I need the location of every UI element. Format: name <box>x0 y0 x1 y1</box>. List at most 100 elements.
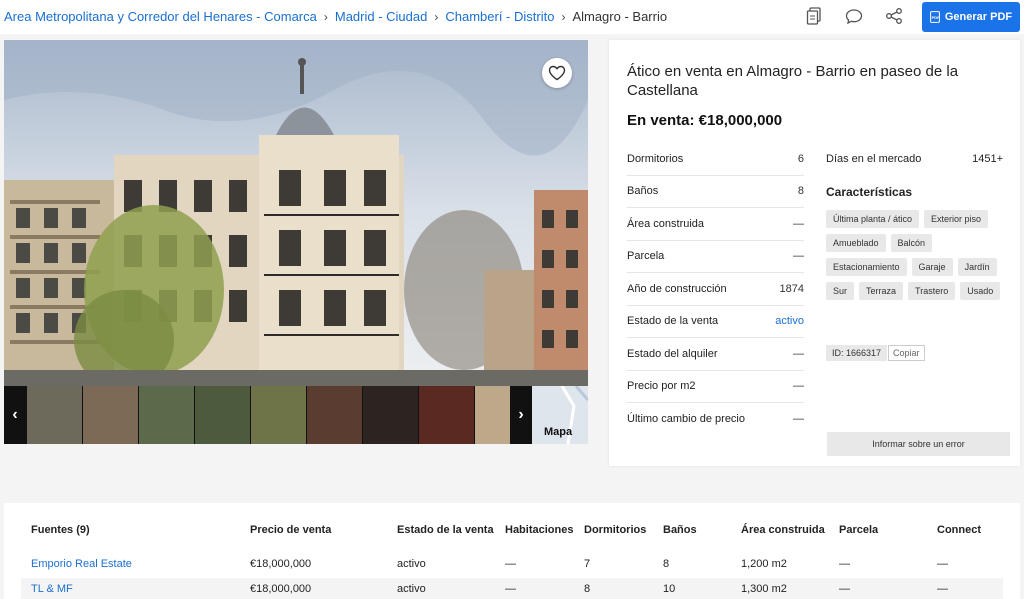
thumbnail[interactable] <box>26 386 82 444</box>
thumbnail[interactable] <box>138 386 194 444</box>
fact-value: — <box>793 413 804 426</box>
table-cell: 7 <box>584 558 591 570</box>
fact-value: — <box>793 380 804 393</box>
column-header: Habitaciones <box>505 524 574 536</box>
thumbnail[interactable] <box>194 386 250 444</box>
table-cell: 10 <box>663 583 676 595</box>
svg-text:PDF: PDF <box>931 15 939 20</box>
column-header: Connect <box>937 524 981 536</box>
sale-status-link[interactable]: activo <box>775 315 804 327</box>
copy-id-button[interactable]: Copiar <box>888 345 925 361</box>
breadcrumb-distrito[interactable]: Chamberí - Distrito <box>445 9 554 24</box>
fact-label: Precio por m2 <box>627 380 696 393</box>
generate-pdf-label: Generar PDF <box>944 11 1013 23</box>
table-cell: 1,200 m2 <box>741 558 787 570</box>
features-tags: Última planta / ático Exterior piso Amue… <box>826 210 1006 300</box>
comment-icon[interactable] <box>844 6 864 26</box>
feature-tag: Usado <box>960 282 1001 300</box>
fact-label: Último cambio de precio <box>627 413 745 426</box>
chevron-left-icon: ‹ <box>12 406 18 423</box>
feature-tag: Última planta / ático <box>826 210 920 228</box>
share-icon[interactable] <box>884 6 904 26</box>
fact-label: Estado de la venta <box>627 315 719 328</box>
main-property-photo[interactable] <box>4 40 588 386</box>
table-cell: — <box>937 558 948 570</box>
feature-tag: Balcón <box>890 234 933 252</box>
table-cell: €18,000,000 <box>250 558 312 570</box>
fact-label: Año de construcción <box>627 282 727 295</box>
fact-label: Baños <box>627 185 659 198</box>
listing-price: En venta: €18,000,000 <box>627 112 783 129</box>
next-photo-button[interactable]: › <box>510 386 532 444</box>
feature-tag: Terraza <box>859 282 904 300</box>
table-cell: — <box>505 558 516 570</box>
fact-value: 8 <box>797 185 804 198</box>
fact-label: Área construida <box>627 217 705 230</box>
table-row: TL & MF €18,000,000 activo — 8 10 1,300 … <box>21 578 1003 599</box>
fact-value: — <box>793 250 804 263</box>
thumbnail[interactable] <box>418 386 474 444</box>
features-title: Características <box>826 185 913 199</box>
document-copy-icon[interactable] <box>804 6 824 26</box>
listing-details-card: Ático en venta en Almagro - Barrio en pa… <box>609 40 1020 466</box>
feature-tag: Exterior piso <box>924 210 989 228</box>
fact-value: 6 <box>797 152 804 165</box>
column-header: Parcela <box>839 524 879 536</box>
thumbnail[interactable] <box>362 386 418 444</box>
generate-pdf-button[interactable]: PDF Generar PDF <box>922 2 1020 32</box>
column-header: Precio de venta <box>250 524 332 536</box>
days-value: 1451+ <box>972 153 1003 165</box>
pdf-icon: PDF <box>929 11 940 23</box>
feature-tag: Garaje <box>911 258 953 276</box>
top-bar: Area Metropolitana y Corredor del Henare… <box>0 0 1024 34</box>
feature-tag: Estacionamiento <box>826 258 907 276</box>
table-cell: 1,300 m2 <box>741 583 787 595</box>
fact-row: Último cambio de precio — <box>627 403 804 436</box>
breadcrumb-separator: › <box>323 9 328 24</box>
map-thumbnail[interactable]: Mapa <box>532 385 590 445</box>
fact-label: Parcela <box>627 250 665 263</box>
thumbnail[interactable] <box>250 386 306 444</box>
column-header: Área construida <box>741 524 825 536</box>
fact-row: Dormitorios 6 <box>627 143 804 176</box>
thumbnail-strip <box>4 386 588 444</box>
feature-tag: Sur <box>826 282 855 300</box>
report-error-button[interactable]: Informar sobre un error <box>827 432 1010 456</box>
fact-value: — <box>793 217 804 230</box>
heart-icon <box>548 65 566 81</box>
breadcrumb-current: Almagro - Barrio <box>572 9 668 24</box>
fact-row: Estado del alquiler — <box>627 338 804 371</box>
table-cell: — <box>839 558 850 570</box>
column-header: Estado de la venta <box>397 524 494 536</box>
fact-row: Año de construcción 1874 <box>627 273 804 306</box>
feature-tag: Jardín <box>957 258 997 276</box>
days-on-market: Días en el mercado 1451+ <box>826 143 1003 175</box>
thumbnail[interactable] <box>306 386 362 444</box>
table-cell: €18,000,000 <box>250 583 312 595</box>
column-header: Fuentes (9) <box>31 524 90 536</box>
column-header: Dormitorios <box>584 524 647 536</box>
fact-row: Precio por m2 — <box>627 371 804 403</box>
breadcrumb-separator: › <box>434 9 439 24</box>
source-link[interactable]: TL & MF <box>21 583 250 595</box>
table-cell: — <box>839 583 850 595</box>
breadcrumb-separator: › <box>561 9 566 24</box>
map-label: Mapa <box>544 426 573 438</box>
table-cell: 8 <box>584 583 591 595</box>
table-cell: — <box>937 583 948 595</box>
facts-list: Dormitorios 6 Baños 8 Área construida — Par… <box>627 143 804 436</box>
fact-row: Área construida — <box>627 208 804 241</box>
table-cell: 8 <box>663 558 670 570</box>
breadcrumb-ciudad[interactable]: Madrid - Ciudad <box>335 9 428 24</box>
source-link[interactable]: Emporio Real Estate <box>21 558 250 570</box>
days-label: Días en el mercado <box>826 153 922 165</box>
favorite-button[interactable] <box>542 58 572 88</box>
table-header: Fuentes (9) Precio de venta Estado de la… <box>21 521 1003 539</box>
listing-title: Ático en venta en Almagro - Barrio en pa… <box>627 63 959 99</box>
fact-label: Dormitorios <box>627 152 684 165</box>
previous-photo-button[interactable]: ‹ <box>4 386 26 444</box>
breadcrumb-comarca[interactable]: Area Metropolitana y Corredor del Henare… <box>4 9 317 24</box>
sources-table: Fuentes (9) Precio de venta Estado de la… <box>4 503 1020 599</box>
thumbnail[interactable] <box>82 386 138 444</box>
feature-tag: Trastero <box>908 282 956 300</box>
